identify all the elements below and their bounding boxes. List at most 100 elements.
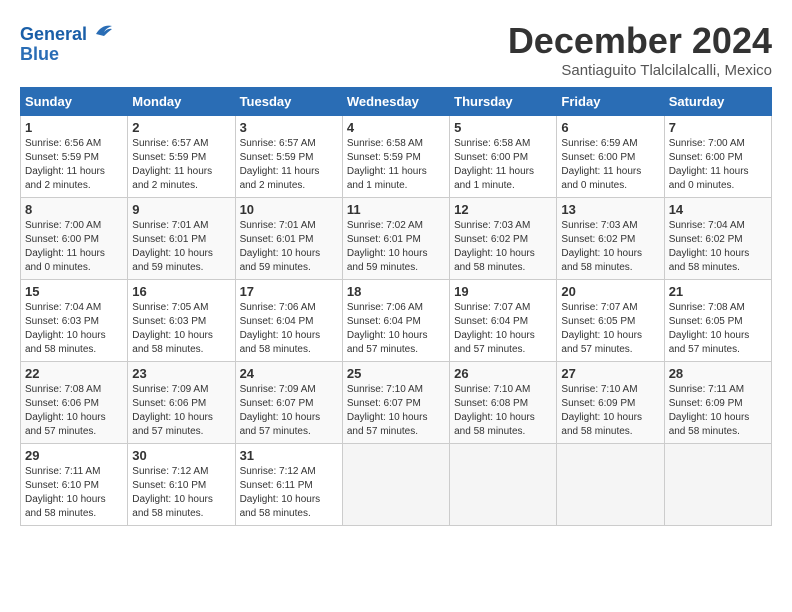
day-number: 2 — [132, 120, 230, 135]
day-info: Sunrise: 7:01 AMSunset: 6:01 PMDaylight:… — [132, 219, 230, 275]
calendar-cell: 30 Sunrise: 7:12 AMSunset: 6:10 PMDayligh… — [128, 444, 235, 526]
day-number: 9 — [132, 202, 230, 217]
day-number: 7 — [669, 120, 767, 135]
calendar-week-row: 15Sunrise: 7:04 AMSunset: 6:03 PMDayligh… — [21, 280, 772, 362]
calendar-cell: 6 Sunrise: 6:59 AMSunset: 6:00 PMDaylight… — [557, 116, 664, 198]
day-number: 31 — [240, 448, 338, 463]
day-number: 28 — [669, 366, 767, 381]
day-info: Sunrise: 7:08 AMSunset: 6:05 PMDaylight:… — [669, 301, 767, 357]
day-info: Sunrise: 7:02 AMSunset: 6:01 PMDaylight:… — [347, 219, 445, 275]
day-number: 18 — [347, 284, 445, 299]
weekday-header-tuesday: Tuesday — [235, 88, 342, 116]
weekday-header-monday: Monday — [128, 88, 235, 116]
calendar-cell: 23 Sunrise: 7:09 AMSunset: 6:06 PMDayligh… — [128, 362, 235, 444]
logo-text-blue: Blue — [20, 45, 114, 65]
day-number: 8 — [25, 202, 123, 217]
day-number: 20 — [561, 284, 659, 299]
day-info: Sunrise: 7:00 AMSunset: 6:00 PMDaylight:… — [669, 137, 767, 193]
day-number: 12 — [454, 202, 552, 217]
day-number: 5 — [454, 120, 552, 135]
title-block: December 2024 Santiaguito Tlalcilalcalli… — [508, 20, 772, 79]
day-info: Sunrise: 7:06 AMSunset: 6:04 PMDaylight:… — [347, 301, 445, 357]
calendar-cell: 4 Sunrise: 6:58 AMSunset: 5:59 PMDaylight… — [342, 116, 449, 198]
calendar-cell: 10Sunrise: 7:01 AMSunset: 6:01 PMDayligh… — [235, 198, 342, 280]
day-info: Sunrise: 6:57 AMSunset: 5:59 PMDaylight:… — [132, 137, 230, 193]
calendar-cell: 9 Sunrise: 7:01 AMSunset: 6:01 PMDaylight… — [128, 198, 235, 280]
logo-bird-icon — [94, 20, 114, 40]
calendar-cell: 16 Sunrise: 7:05 AMSunset: 6:03 PMDayligh… — [128, 280, 235, 362]
weekday-header-sunday: Sunday — [21, 88, 128, 116]
day-number: 23 — [132, 366, 230, 381]
day-number: 13 — [561, 202, 659, 217]
calendar-cell: 17 Sunrise: 7:06 AMSunset: 6:04 PMDayligh… — [235, 280, 342, 362]
calendar-cell: 22Sunrise: 7:08 AMSunset: 6:06 PMDayligh… — [21, 362, 128, 444]
day-number: 25 — [347, 366, 445, 381]
calendar-cell: 28 Sunrise: 7:11 AMSunset: 6:09 PMDayligh… — [664, 362, 771, 444]
calendar-cell: 3 Sunrise: 6:57 AMSunset: 5:59 PMDaylight… — [235, 116, 342, 198]
logo: General Blue — [20, 20, 114, 65]
day-number: 21 — [669, 284, 767, 299]
day-info: Sunrise: 7:09 AMSunset: 6:06 PMDaylight:… — [132, 383, 230, 439]
calendar-cell: 12Sunrise: 7:03 AMSunset: 6:02 PMDayligh… — [450, 198, 557, 280]
day-info: Sunrise: 6:59 AMSunset: 6:00 PMDaylight:… — [561, 137, 659, 193]
calendar-cell: 29Sunrise: 7:11 AMSunset: 6:10 PMDayligh… — [21, 444, 128, 526]
day-number: 29 — [25, 448, 123, 463]
calendar-week-row: 22Sunrise: 7:08 AMSunset: 6:06 PMDayligh… — [21, 362, 772, 444]
weekday-header-friday: Friday — [557, 88, 664, 116]
day-number: 26 — [454, 366, 552, 381]
day-number: 6 — [561, 120, 659, 135]
calendar-cell: 7 Sunrise: 7:00 AMSunset: 6:00 PMDaylight… — [664, 116, 771, 198]
day-number: 14 — [669, 202, 767, 217]
calendar-cell: 18 Sunrise: 7:06 AMSunset: 6:04 PMDayligh… — [342, 280, 449, 362]
day-info: Sunrise: 7:12 AMSunset: 6:10 PMDaylight:… — [132, 465, 230, 521]
calendar-cell: 26Sunrise: 7:10 AMSunset: 6:08 PMDayligh… — [450, 362, 557, 444]
day-info: Sunrise: 7:01 AMSunset: 6:01 PMDaylight:… — [240, 219, 338, 275]
day-number: 3 — [240, 120, 338, 135]
day-info: Sunrise: 7:11 AMSunset: 6:09 PMDaylight:… — [669, 383, 767, 439]
calendar-header-row: SundayMondayTuesdayWednesdayThursdayFrid… — [21, 88, 772, 116]
page-header: General Blue December 2024 Santiaguito T… — [20, 20, 772, 79]
day-info: Sunrise: 7:12 AMSunset: 6:11 PMDaylight:… — [240, 465, 338, 521]
day-info: Sunrise: 6:57 AMSunset: 5:59 PMDaylight:… — [240, 137, 338, 193]
calendar-cell: 15Sunrise: 7:04 AMSunset: 6:03 PMDayligh… — [21, 280, 128, 362]
day-number: 22 — [25, 366, 123, 381]
calendar-cell: 5 Sunrise: 6:58 AMSunset: 6:00 PMDaylight… — [450, 116, 557, 198]
weekday-header-thursday: Thursday — [450, 88, 557, 116]
day-info: Sunrise: 6:58 AMSunset: 6:00 PMDaylight:… — [454, 137, 552, 193]
calendar-table: SundayMondayTuesdayWednesdayThursdayFrid… — [20, 87, 772, 526]
calendar-week-row: 8 Sunrise: 7:00 AMSunset: 6:00 PMDaylight… — [21, 198, 772, 280]
calendar-cell: 24Sunrise: 7:09 AMSunset: 6:07 PMDayligh… — [235, 362, 342, 444]
calendar-cell: 11 Sunrise: 7:02 AMSunset: 6:01 PMDayligh… — [342, 198, 449, 280]
calendar-cell: 8 Sunrise: 7:00 AMSunset: 6:00 PMDaylight… — [21, 198, 128, 280]
calendar-cell: 21 Sunrise: 7:08 AMSunset: 6:05 PMDayligh… — [664, 280, 771, 362]
day-info: Sunrise: 7:00 AMSunset: 6:00 PMDaylight:… — [25, 219, 123, 275]
calendar-cell — [557, 444, 664, 526]
weekday-header-wednesday: Wednesday — [342, 88, 449, 116]
calendar-cell: 27Sunrise: 7:10 AMSunset: 6:09 PMDayligh… — [557, 362, 664, 444]
day-info: Sunrise: 7:06 AMSunset: 6:04 PMDaylight:… — [240, 301, 338, 357]
month-title: December 2024 — [508, 20, 772, 62]
day-info: Sunrise: 7:07 AMSunset: 6:04 PMDaylight:… — [454, 301, 552, 357]
calendar-cell: 1Sunrise: 6:56 AMSunset: 5:59 PMDaylight… — [21, 116, 128, 198]
day-number: 1 — [25, 120, 123, 135]
day-number: 30 — [132, 448, 230, 463]
calendar-body: 1Sunrise: 6:56 AMSunset: 5:59 PMDaylight… — [21, 116, 772, 526]
day-info: Sunrise: 7:03 AMSunset: 6:02 PMDaylight:… — [561, 219, 659, 275]
day-number: 11 — [347, 202, 445, 217]
day-info: Sunrise: 7:10 AMSunset: 6:07 PMDaylight:… — [347, 383, 445, 439]
calendar-cell: 2 Sunrise: 6:57 AMSunset: 5:59 PMDaylight… — [128, 116, 235, 198]
day-info: Sunrise: 7:04 AMSunset: 6:02 PMDaylight:… — [669, 219, 767, 275]
day-number: 17 — [240, 284, 338, 299]
calendar-cell — [342, 444, 449, 526]
day-info: Sunrise: 7:07 AMSunset: 6:05 PMDaylight:… — [561, 301, 659, 357]
calendar-cell: 14 Sunrise: 7:04 AMSunset: 6:02 PMDayligh… — [664, 198, 771, 280]
calendar-cell — [664, 444, 771, 526]
day-info: Sunrise: 6:58 AMSunset: 5:59 PMDaylight:… — [347, 137, 445, 193]
day-number: 19 — [454, 284, 552, 299]
day-number: 15 — [25, 284, 123, 299]
calendar-week-row: 29Sunrise: 7:11 AMSunset: 6:10 PMDayligh… — [21, 444, 772, 526]
day-info: Sunrise: 7:05 AMSunset: 6:03 PMDaylight:… — [132, 301, 230, 357]
day-info: Sunrise: 7:10 AMSunset: 6:09 PMDaylight:… — [561, 383, 659, 439]
day-number: 4 — [347, 120, 445, 135]
day-number: 16 — [132, 284, 230, 299]
